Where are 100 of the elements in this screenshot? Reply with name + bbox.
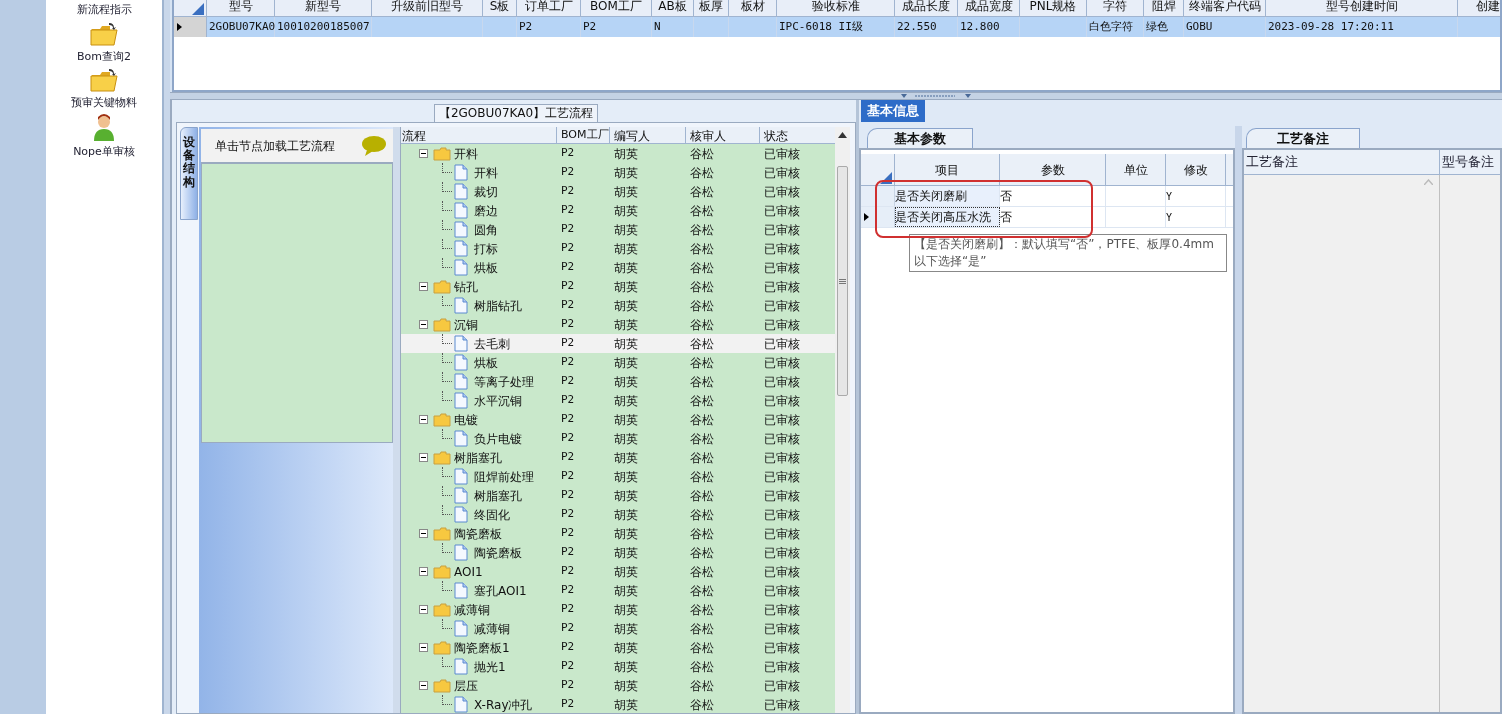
column-header[interactable]: 阻焊 — [1144, 0, 1184, 16]
table-cell: 白色字符 — [1087, 17, 1144, 37]
tree-node-label: 负片电镀 — [474, 430, 522, 448]
select-all-icon[interactable] — [880, 172, 892, 184]
file-icon — [454, 373, 468, 390]
tree-node-label: 树脂塞孔 — [474, 487, 522, 505]
table-cell-text: 胡英 — [613, 506, 639, 524]
table-cell-text: 已审核 — [763, 335, 801, 353]
column-header[interactable]: 创建 — [1458, 0, 1500, 16]
column-header[interactable]: AB板 — [652, 0, 694, 16]
table-cell-text: P2 — [560, 677, 576, 694]
table-cell-text: P2 — [560, 544, 576, 561]
current-row-icon — [177, 23, 182, 31]
table-cell-text: P2 — [560, 259, 576, 276]
column-header[interactable]: 流程 — [401, 127, 557, 143]
table-cell-text: 谷松 — [689, 601, 715, 619]
collapse-icon[interactable] — [419, 453, 428, 462]
table-cell-text: P2 — [560, 601, 576, 618]
collapse-icon[interactable] — [419, 415, 428, 424]
vertical-tab[interactable]: 设备结构 — [180, 127, 198, 220]
tree-node-label: 减薄铜 — [474, 620, 510, 638]
table-cell-text: P2 — [560, 639, 576, 656]
column-header[interactable]: S板 — [483, 0, 517, 16]
table-cell: 2023-09-28 17:20:11 — [1266, 17, 1458, 37]
column-header[interactable]: 板材 — [729, 0, 777, 16]
tree-node-label: 终固化 — [474, 506, 510, 524]
table-cell: P2 — [581, 17, 652, 37]
column-header[interactable]: 项目 — [895, 154, 1000, 185]
collapse-icon[interactable] — [419, 149, 428, 158]
folder-icon — [433, 602, 451, 617]
table-cell-text: P2 — [560, 506, 576, 523]
folder-icon — [433, 640, 451, 655]
column-header[interactable]: 升级前旧型号 — [372, 0, 483, 16]
collapse-icon[interactable] — [419, 643, 428, 652]
column-header[interactable]: 新型号 — [275, 0, 372, 16]
scroll-up-icon[interactable] — [838, 132, 847, 138]
table-row[interactable]: 2GOBU07KA0 10010200185007 P2 P2 N IPC-6018 II级 22.550 12.800 白色字符 绿色 GOBU 2023-09-28 17:20:11 — [174, 17, 1500, 37]
splitter-handle-icon[interactable] — [901, 93, 971, 99]
tab[interactable]: 基本参数 — [867, 128, 973, 148]
column-header[interactable]: 型号 — [207, 0, 275, 16]
column-header[interactable]: 核审人 — [686, 127, 760, 143]
tab[interactable]: 工艺备注 — [1246, 128, 1360, 148]
tree-node-label: 陶瓷磨板 — [454, 525, 502, 543]
table-cell: Y — [1166, 207, 1226, 227]
table-cell: 10010200185007 — [275, 17, 372, 37]
tree-node-label: 等离子处理 — [474, 373, 534, 391]
table-cell-text: P2 — [560, 278, 576, 295]
column-header[interactable]: 成品宽度 — [958, 0, 1020, 16]
column-header[interactable]: 型号创建时间 — [1266, 0, 1458, 16]
column-header[interactable]: PNL规格 — [1020, 0, 1087, 16]
sidebar-item[interactable]: 预审关键物料 — [71, 95, 137, 112]
table-cell-text: 谷松 — [689, 430, 715, 448]
collapse-icon[interactable] — [419, 282, 428, 291]
column-header[interactable]: 字符 — [1087, 0, 1144, 16]
file-icon — [454, 335, 468, 352]
column-header[interactable]: 型号备注 — [1440, 150, 1502, 174]
table-cell-text: 已审核 — [763, 202, 801, 220]
column-header[interactable]: 参数 — [1000, 154, 1106, 185]
file-icon — [454, 164, 468, 181]
table-cell-text: 胡英 — [613, 164, 639, 182]
column-header[interactable]: 编写人 — [610, 127, 686, 143]
tree-node-label: 陶瓷磨板1 — [454, 639, 510, 657]
sidebar-item[interactable]: Bom查询2 — [77, 48, 131, 65]
column-header[interactable]: 单位 — [1106, 154, 1166, 185]
table-cell: 是否关闭高压水洗 — [895, 207, 1000, 227]
column-header[interactable]: 验收标准 — [777, 0, 895, 16]
table-cell-text: P2 — [560, 430, 576, 447]
column-header[interactable]: 终端客户代码 — [1184, 0, 1266, 16]
table-cell-text: 已审核 — [763, 525, 801, 543]
tree-node-label: 开料 — [454, 145, 478, 163]
table-cell-text: P2 — [560, 145, 576, 162]
scrollbar-thumb[interactable] — [837, 166, 848, 396]
collapse-icon[interactable] — [419, 681, 428, 690]
collapse-icon[interactable] — [419, 605, 428, 614]
sidebar-item[interactable]: Nope单审核 — [73, 143, 135, 160]
column-header[interactable]: BOM工厂 — [581, 0, 652, 16]
collapse-icon[interactable] — [419, 567, 428, 576]
column-header[interactable]: 订单工厂 — [517, 0, 581, 16]
column-header[interactable]: 工艺备注 — [1244, 150, 1440, 174]
tree-node-label: 树脂塞孔 — [454, 449, 502, 467]
table-cell-text: 胡英 — [613, 392, 639, 410]
table-cell-text: 已审核 — [763, 620, 801, 638]
row-header[interactable] — [861, 207, 895, 227]
collapse-icon[interactable] — [419, 320, 428, 329]
column-header[interactable]: BOM工厂 — [557, 127, 610, 143]
folder-icon — [433, 412, 451, 427]
tree-node-label: 沉铜 — [454, 316, 478, 334]
tree-row[interactable]: 去毛刺 P2 胡英 谷松 已审核 — [401, 334, 835, 353]
table-cell-text: 胡英 — [613, 563, 639, 581]
collapse-icon[interactable] — [419, 529, 428, 538]
sidebar-item[interactable]: 新流程指示 — [76, 2, 132, 19]
table-cell-text: 胡英 — [613, 297, 639, 315]
column-header[interactable]: 修改 — [1166, 154, 1226, 185]
select-all-icon[interactable] — [192, 3, 204, 15]
table-cell-text: 谷松 — [689, 411, 715, 429]
folder-icon — [89, 67, 119, 93]
column-header[interactable]: 成品长度 — [895, 0, 958, 16]
tree-node-label: 烘板 — [474, 354, 498, 372]
column-header[interactable]: 板厚 — [694, 0, 729, 16]
table-cell-text: P2 — [560, 392, 576, 409]
